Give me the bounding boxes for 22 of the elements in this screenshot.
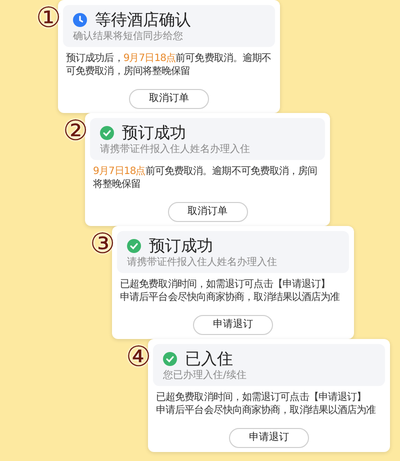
status-subtitle: 确认结果将短信同步给您 (73, 31, 184, 43)
action-button[interactable]: 申请退订 (229, 428, 309, 448)
status-title: 等待酒店确认 (95, 9, 191, 30)
status-title: 已入住 (185, 348, 233, 370)
step-number: ① (36, 4, 62, 32)
status-subtitle: 请携带证件报入住人姓名办理入住 (127, 257, 278, 269)
notice-text: 已超免费取消时间，如需退订可点击【申请退订】 (120, 278, 332, 291)
notice-text: 预订成功后，9月7日18点前可免费取消。逾期不可免费取消，房间将整晚保留 (66, 52, 272, 78)
notice-text: 申请后平台会尽快向商家协商，取消结果以酒店为准 (120, 291, 341, 304)
notice-text: 9月7日18点前可免费取消。逾期不可免费取消，房间将整晚保留 (93, 165, 318, 191)
action-button[interactable]: 申请退订 (193, 315, 273, 335)
status-title: 预订成功 (149, 235, 213, 256)
step-number: ③ (90, 230, 116, 258)
status-title: 预订成功 (122, 122, 186, 144)
status-subtitle: 您已办理入住/续住 (163, 370, 248, 382)
action-button[interactable]: 取消订单 (168, 202, 248, 222)
notice-text: 申请后平台会尽快向商家协商，取消结果以酒店为准 (156, 404, 377, 417)
step-number: ④ (126, 343, 152, 371)
notice-text: 已超免费取消时间，如需退订可点击【申请退订】 (156, 391, 368, 404)
action-button[interactable]: 取消订单 (129, 89, 209, 109)
status-subtitle: 请携带证件报入住人姓名办理入住 (100, 144, 251, 156)
step-number: ② (63, 117, 88, 145)
